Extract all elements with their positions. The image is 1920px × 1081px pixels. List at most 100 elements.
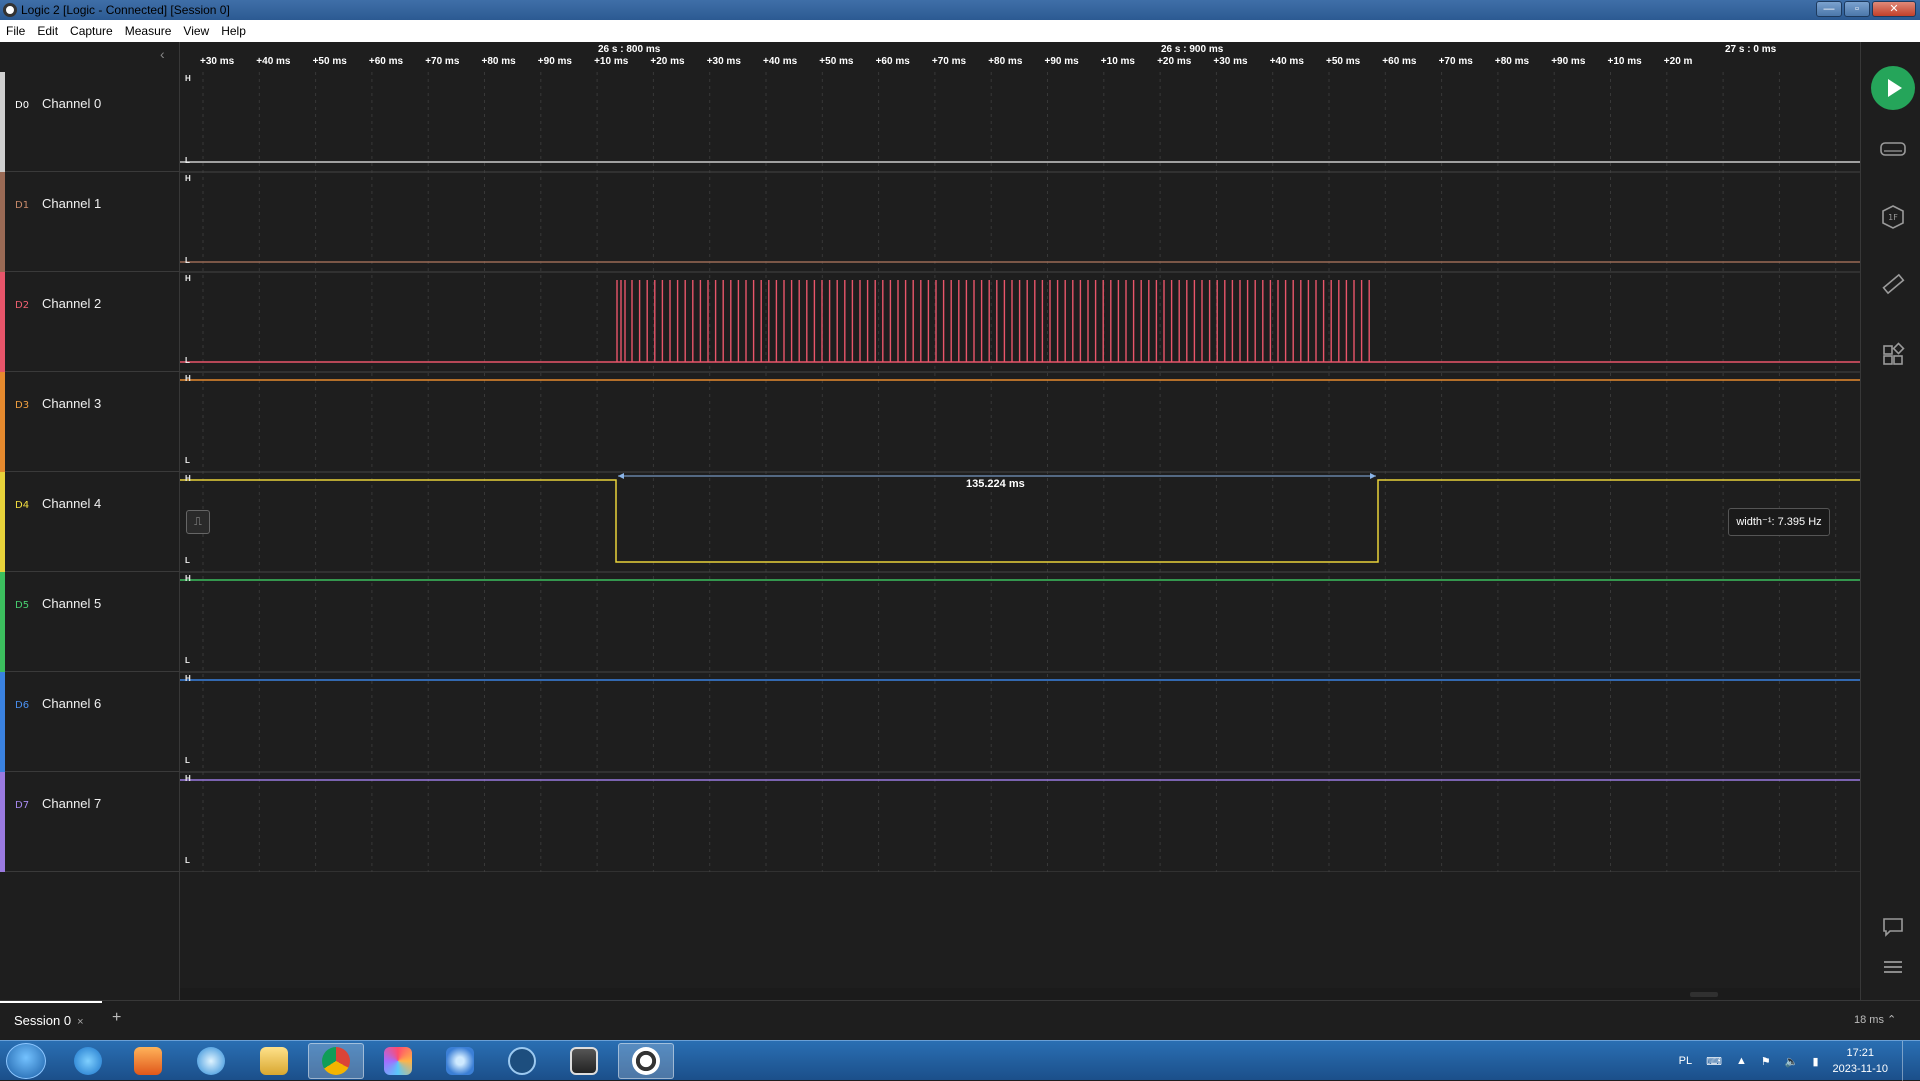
- channel-name[interactable]: Channel 7: [42, 796, 101, 811]
- low-level-marker: L: [185, 256, 190, 265]
- paint-app-icon[interactable]: [370, 1043, 426, 1079]
- close-tab-icon[interactable]: ×: [77, 1016, 83, 1028]
- internet-explorer-icon[interactable]: [60, 1043, 116, 1079]
- high-level-marker: H: [185, 174, 191, 183]
- show-desktop-button[interactable]: [1902, 1041, 1912, 1081]
- right-toolbar: 1F: [1860, 42, 1920, 1000]
- channel-row-4[interactable]: D4 Channel 4: [0, 472, 180, 572]
- minimize-button[interactable]: —: [1816, 1, 1842, 17]
- edge-trigger-icon[interactable]: ⎍: [186, 510, 210, 534]
- network-globe-icon[interactable]: [183, 1043, 239, 1079]
- waveform-area[interactable]: HLHLHLHLHLHLHLHL: [180, 72, 1860, 872]
- channel-name[interactable]: Channel 3: [42, 396, 101, 411]
- action-center-flag-icon[interactable]: ⚑: [1761, 1055, 1771, 1068]
- mu-editor-icon[interactable]: [494, 1043, 550, 1079]
- low-level-marker: L: [185, 356, 190, 365]
- window-controls: — ▫ ✕: [1816, 1, 1916, 17]
- svg-text:1F: 1F: [1888, 213, 1898, 222]
- timeline-tick-label: +80 ms: [481, 56, 516, 67]
- logic2-app-icon[interactable]: [618, 1043, 674, 1079]
- timeline-tick-label: +40 ms: [256, 56, 291, 67]
- measure-arrow-left: [618, 473, 624, 479]
- timeline-tick-label: +60 ms: [875, 56, 910, 67]
- timeline-tick-label: +50 ms: [819, 56, 854, 67]
- channel-row-2[interactable]: D2 Channel 2: [0, 272, 180, 372]
- analyzers-icon[interactable]: 1F: [1878, 202, 1908, 232]
- language-indicator[interactable]: PL: [1679, 1055, 1692, 1067]
- timeline-tick-label: +40 ms: [763, 56, 798, 67]
- channel-name[interactable]: Channel 4: [42, 496, 101, 511]
- horizontal-scrollbar[interactable]: [180, 988, 1860, 1000]
- timeline-tick-label: +90 ms: [1044, 56, 1079, 67]
- timeline-tick-label: +60 ms: [368, 56, 404, 67]
- channel-row-1[interactable]: D1 Channel 1: [0, 172, 180, 272]
- timeline-tick-label: +20 ms: [1157, 56, 1192, 67]
- measurements-icon[interactable]: [1878, 270, 1908, 300]
- clock-date: 2023-11-10: [1832, 1063, 1888, 1075]
- keyboard-icon[interactable]: ⌨: [1706, 1055, 1722, 1068]
- channel-row-3[interactable]: D3 Channel 3: [0, 372, 180, 472]
- channel-row-6[interactable]: D6 Channel 6: [0, 672, 180, 772]
- timeline-tick-label: +70 ms: [1438, 56, 1473, 67]
- timeline-ruler[interactable]: +30 ms +40 ms +50 ms +60 ms +70 ms +80 ms +90 …: [180, 42, 1860, 72]
- timeline-major-label: 26 s : 900 ms: [1161, 44, 1224, 55]
- clock[interactable]: 17:21 2023-11-10: [1833, 1045, 1888, 1077]
- scrollbar-thumb[interactable]: [1690, 992, 1718, 997]
- zoom-level[interactable]: 18 ms ⌃: [1854, 1013, 1896, 1026]
- menu-measure[interactable]: Measure: [125, 24, 172, 38]
- channel-color-strip: [0, 772, 5, 872]
- channel-name[interactable]: Channel 5: [42, 596, 101, 611]
- channel-id: D2: [15, 300, 30, 311]
- add-session-button[interactable]: +: [112, 1009, 121, 1027]
- signal-trace-ch4: [180, 479, 1860, 563]
- low-level-marker: L: [185, 456, 190, 465]
- taskbar: PL ⌨ ▲ ⚑ 🔈 ▮ 17:21 2023-11-10: [0, 1040, 1920, 1081]
- volume-icon[interactable]: 🔈: [1785, 1055, 1799, 1068]
- low-level-marker: L: [185, 556, 190, 565]
- channel-id: D7: [15, 800, 30, 811]
- menu-icon[interactable]: [1878, 952, 1908, 982]
- menu-edit[interactable]: Edit: [37, 24, 58, 38]
- chat-icon[interactable]: [1878, 912, 1908, 942]
- high-level-marker: H: [185, 74, 191, 83]
- video-editor-icon[interactable]: [556, 1043, 612, 1079]
- frequency-tooltip: width⁻¹: 7.395 Hz: [1728, 508, 1830, 536]
- timeline-tick-label: +10 ms: [594, 56, 629, 67]
- file-explorer-icon[interactable]: [246, 1043, 302, 1079]
- pulse-width-label: 135.224 ms: [966, 478, 1025, 490]
- measure-arrow-right: [1370, 473, 1376, 479]
- menu-capture[interactable]: Capture: [70, 24, 113, 38]
- timeline-tick-label: +10 ms: [1607, 56, 1642, 67]
- device-settings-icon[interactable]: [1878, 134, 1908, 164]
- close-button[interactable]: ✕: [1872, 1, 1916, 17]
- menu-file[interactable]: File: [6, 24, 25, 38]
- channel-row-7[interactable]: D7 Channel 7: [0, 772, 180, 872]
- start-capture-button[interactable]: [1871, 66, 1915, 110]
- tab-session-0[interactable]: Session 0 ×: [0, 1001, 102, 1039]
- chrome-icon[interactable]: [308, 1043, 364, 1079]
- collapse-panel-icon[interactable]: ‹: [160, 46, 165, 62]
- dots-app-icon[interactable]: [432, 1043, 488, 1079]
- media-player-icon[interactable]: [120, 1043, 176, 1079]
- maximize-button[interactable]: ▫: [1844, 1, 1870, 17]
- network-signal-icon[interactable]: ▮: [1812, 1055, 1818, 1068]
- menu-bar: File Edit Capture Measure View Help: [0, 20, 1920, 42]
- channel-name[interactable]: Channel 2: [42, 296, 101, 311]
- high-level-marker: H: [185, 674, 191, 683]
- channel-color-strip: [0, 472, 5, 572]
- channel-name[interactable]: Channel 6: [42, 696, 101, 711]
- timeline-tick-label: +50 ms: [1326, 56, 1361, 67]
- high-level-marker: H: [185, 474, 191, 483]
- channel-row-0[interactable]: D0 Channel 0: [0, 72, 180, 172]
- channel-row-5[interactable]: D5 Channel 5: [0, 572, 180, 672]
- channel-name[interactable]: Channel 0: [42, 96, 101, 111]
- channel-name[interactable]: Channel 1: [42, 196, 101, 211]
- start-button[interactable]: [6, 1043, 46, 1079]
- menu-help[interactable]: Help: [221, 24, 246, 38]
- high-level-marker: H: [185, 374, 191, 383]
- extensions-icon[interactable]: [1878, 340, 1908, 370]
- channel-color-strip: [0, 372, 5, 472]
- menu-view[interactable]: View: [183, 24, 209, 38]
- channel-panel: ‹ D0 Channel 0 D1 Channel 1 D2 Channel 2…: [0, 42, 180, 1000]
- tray-expand-icon[interactable]: ▲: [1736, 1055, 1747, 1067]
